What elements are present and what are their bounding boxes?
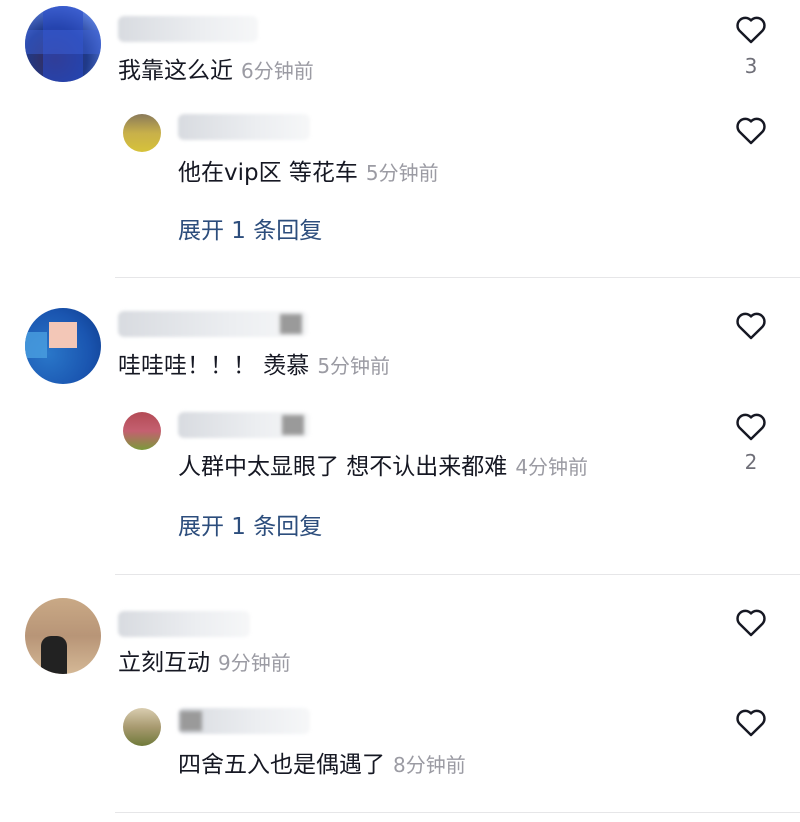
avatar[interactable] xyxy=(123,708,161,746)
reply-text: 人群中太显眼了 想不认出来都难 4分钟前 xyxy=(178,452,588,482)
reply-text: 他在vip区 等花车 5分钟前 xyxy=(178,158,439,188)
like-button[interactable] xyxy=(734,310,768,340)
reply-time: 4分钟前 xyxy=(515,455,589,479)
comment-body: 立刻互动 xyxy=(118,650,210,676)
like-button[interactable] xyxy=(734,115,768,145)
avatar[interactable] xyxy=(25,308,101,384)
like-count: 2 xyxy=(744,450,758,474)
expand-replies-link[interactable]: 展开 1 条回复 xyxy=(178,216,322,246)
comment-body: 我靠这么近 xyxy=(118,58,233,84)
like-button[interactable] xyxy=(734,707,768,737)
comment-text: 我靠这么近 6分钟前 xyxy=(118,56,314,86)
like-count: 3 xyxy=(744,54,758,78)
like-button[interactable] xyxy=(734,14,768,44)
username-blurred[interactable] xyxy=(178,114,310,140)
heart-outline-icon xyxy=(736,413,766,441)
comment-text: 哇哇哇！！！ 羡慕 5分钟前 xyxy=(118,351,390,381)
comment-time: 9分钟前 xyxy=(218,651,291,675)
reply-body: 他在vip区 等花车 xyxy=(178,160,358,186)
avatar[interactable] xyxy=(123,412,161,450)
divider xyxy=(115,812,800,813)
reply-time: 8分钟前 xyxy=(393,753,466,777)
comment-body: 哇哇哇！！！ 羡慕 xyxy=(118,353,310,379)
heart-outline-icon xyxy=(736,312,766,340)
reply-text: 四舍五入也是偶遇了 8分钟前 xyxy=(178,750,466,780)
avatar[interactable] xyxy=(25,598,101,674)
username-blurred[interactable] xyxy=(178,708,310,734)
username-blurred[interactable] xyxy=(178,412,310,438)
heart-outline-icon xyxy=(736,117,766,145)
comment-time: 5分钟前 xyxy=(317,354,391,378)
expand-replies-link[interactable]: 展开 1 条回复 xyxy=(178,512,322,542)
username-blurred[interactable] xyxy=(118,611,250,637)
heart-outline-icon xyxy=(736,709,766,737)
reply-body: 四舍五入也是偶遇了 xyxy=(178,752,385,778)
divider xyxy=(115,574,800,575)
like-button[interactable] xyxy=(734,607,768,637)
username-blurred[interactable] xyxy=(118,311,308,337)
divider xyxy=(115,277,800,278)
heart-outline-icon xyxy=(736,16,766,44)
comment-time: 6分钟前 xyxy=(241,59,314,83)
avatar[interactable] xyxy=(25,6,101,82)
reply-body: 人群中太显眼了 想不认出来都难 xyxy=(178,454,508,480)
heart-outline-icon xyxy=(736,609,766,637)
reply-time: 5分钟前 xyxy=(365,161,439,185)
comment-text: 立刻互动 9分钟前 xyxy=(118,648,291,678)
username-blurred[interactable] xyxy=(118,16,258,42)
avatar[interactable] xyxy=(123,114,161,152)
like-button[interactable] xyxy=(734,411,768,441)
